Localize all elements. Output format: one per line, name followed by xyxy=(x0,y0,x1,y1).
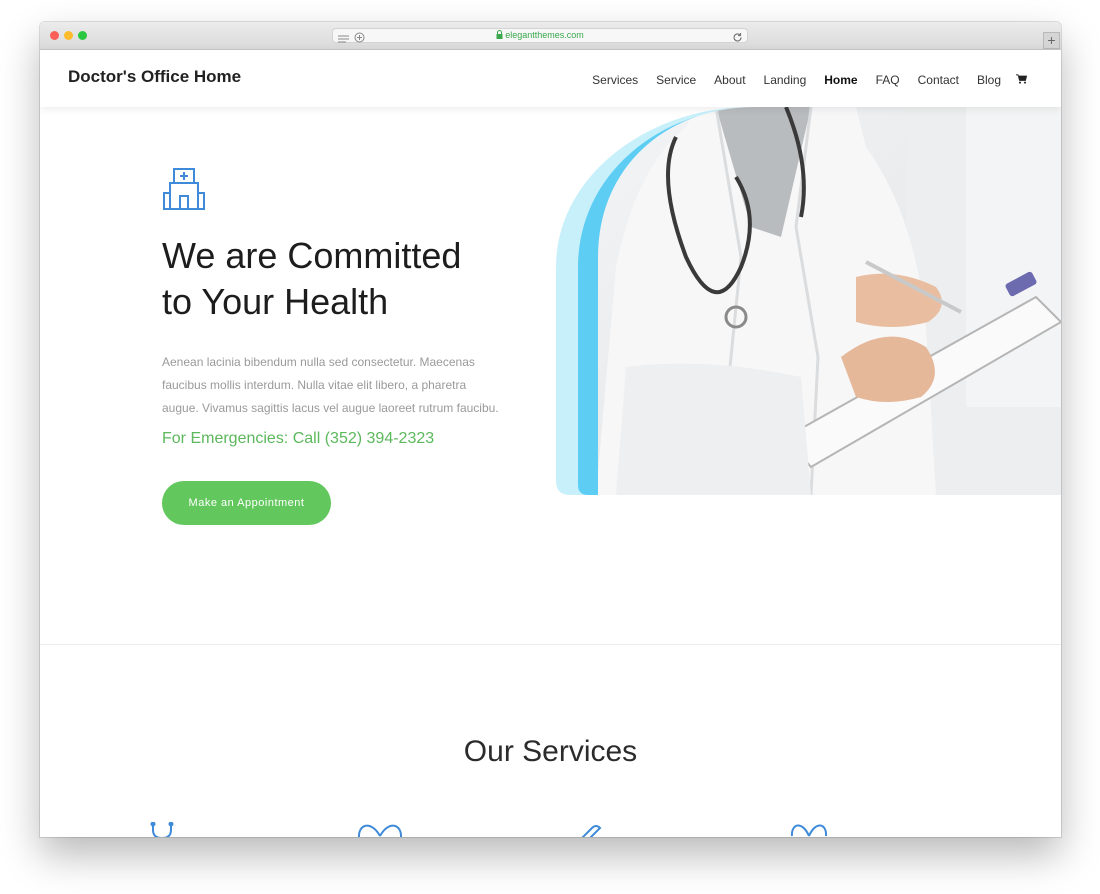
maximize-window-button[interactable] xyxy=(78,31,87,40)
reload-icon[interactable] xyxy=(732,30,743,48)
address-bar[interactable]: elegantthemes.com xyxy=(332,28,748,43)
site-title[interactable]: Doctor's Office Home xyxy=(68,67,241,87)
new-tab-button[interactable]: + xyxy=(1043,32,1060,49)
hero-text-line: augue. Vivamus sagittis lacus vel augue … xyxy=(162,401,499,415)
heart-icon xyxy=(789,822,829,837)
nav-landing[interactable]: Landing xyxy=(764,73,807,87)
nav-blog[interactable]: Blog xyxy=(977,73,1001,87)
close-window-button[interactable] xyxy=(50,31,59,40)
nav-home[interactable]: Home xyxy=(824,73,857,87)
main-nav: Services Service About Landing Home FAQ … xyxy=(574,71,1028,89)
services-title: Our Services xyxy=(463,735,638,768)
hero-section: We are Committed to Your Health Aenean l… xyxy=(40,107,1061,645)
nav-service[interactable]: Service xyxy=(656,73,696,87)
hero-title-line: to Your Health xyxy=(162,281,389,322)
heart-icon xyxy=(357,822,403,837)
nav-contact[interactable]: Contact xyxy=(918,73,959,87)
url-text: elegantthemes.com xyxy=(505,30,584,40)
doctor-photo xyxy=(556,107,1061,495)
stethoscope-icon xyxy=(150,821,180,837)
syringe-icon xyxy=(578,822,606,837)
hero-text-line: Aenean lacinia bibendum nulla sed consec… xyxy=(162,355,475,369)
make-appointment-button[interactable]: Make an Appointment xyxy=(162,481,331,525)
lock-icon xyxy=(496,30,503,43)
site-header: Doctor's Office Home Services Service Ab… xyxy=(40,50,1061,107)
browser-titlebar: elegantthemes.com + xyxy=(40,22,1061,50)
hospital-icon xyxy=(162,167,206,216)
emergency-phone[interactable]: For Emergencies: Call (352) 394-2323 xyxy=(162,430,434,448)
nav-services[interactable]: Services xyxy=(592,73,638,87)
cart-icon[interactable] xyxy=(1016,71,1028,89)
section-divider xyxy=(40,644,1061,645)
browser-window: elegantthemes.com + Doctor's Office Home… xyxy=(40,22,1061,837)
hero-title: We are Committed to Your Health xyxy=(162,233,542,325)
hero-text-line: faucibus mollis interdum. Nulla vitae el… xyxy=(162,378,467,392)
nav-about[interactable]: About xyxy=(714,73,745,87)
minimize-window-button[interactable] xyxy=(64,31,73,40)
hero-title-line: We are Committed xyxy=(162,235,462,276)
hero-description: Aenean lacinia bibendum nulla sed consec… xyxy=(162,351,532,420)
nav-faq[interactable]: FAQ xyxy=(876,73,900,87)
